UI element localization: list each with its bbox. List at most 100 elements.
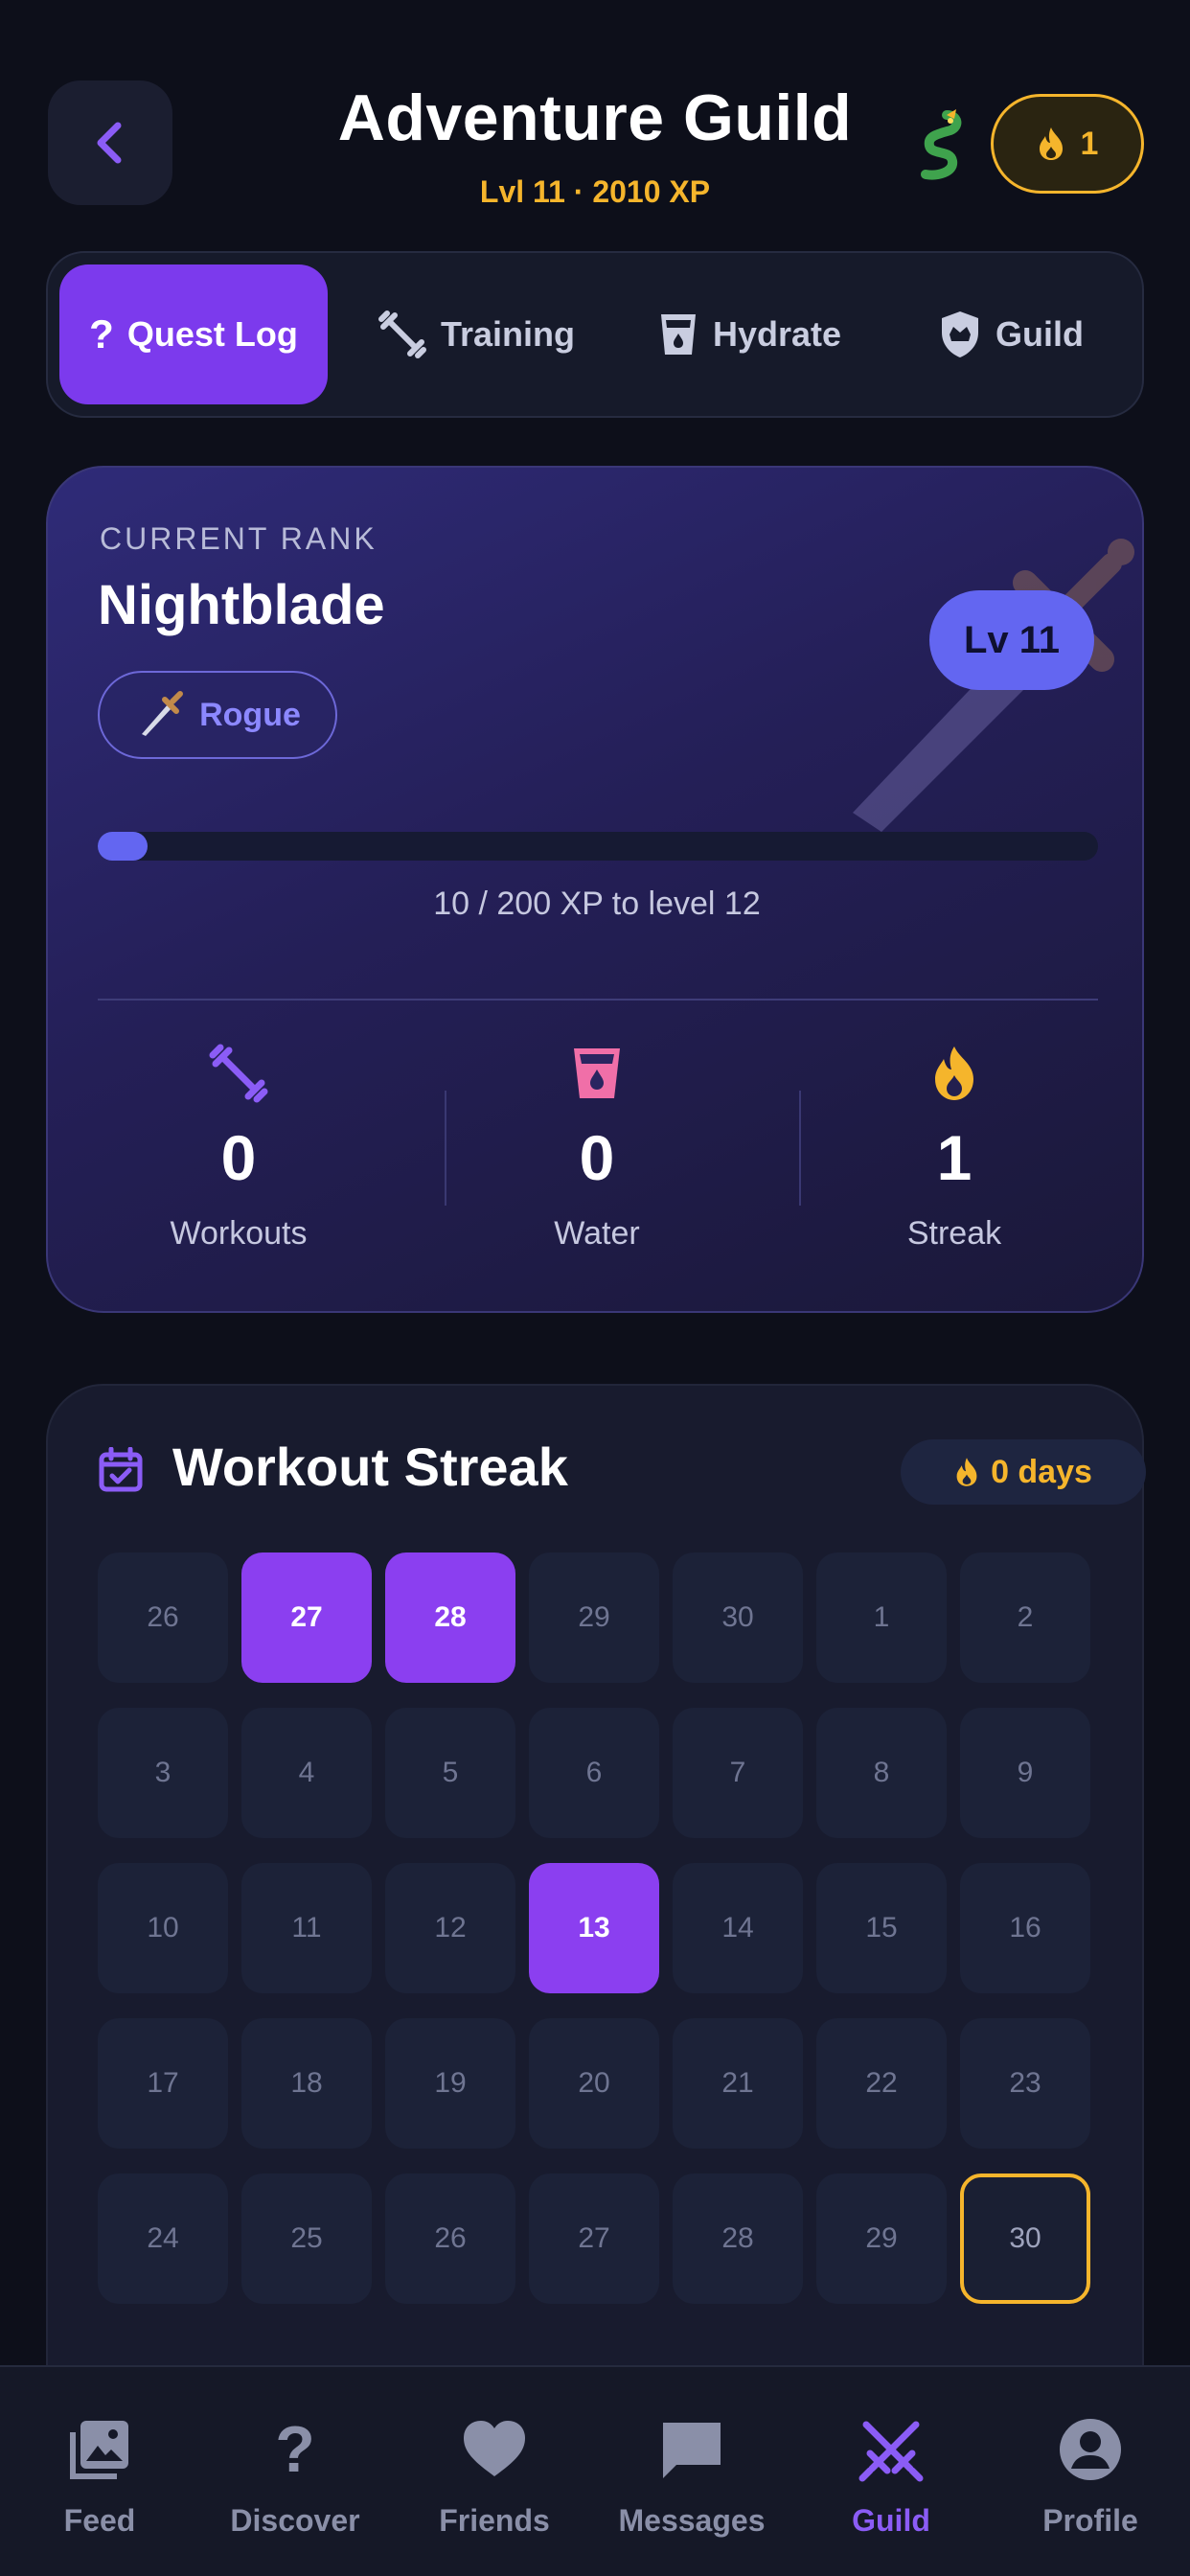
calendar-day[interactable]: 30 (673, 1552, 803, 1683)
nav-friends[interactable]: Friends (399, 2415, 590, 2539)
tab-label: Guild (995, 314, 1084, 354)
calendar-day[interactable]: 29 (816, 2174, 947, 2304)
rank-label: CURRENT RANK (100, 521, 378, 556)
calendar-day[interactable]: 29 (529, 1552, 659, 1683)
stat-value: 0 (579, 1122, 615, 1193)
tab-guild[interactable]: Guild (891, 264, 1131, 404)
photo-icon (70, 2421, 128, 2479)
streak-days-text: 0 days (991, 1453, 1092, 1490)
nav-label: Messages (618, 2503, 766, 2538)
stat-label: Workouts (170, 1215, 308, 1252)
stat-value: 1 (936, 1122, 973, 1193)
calendar-day[interactable]: 17 (98, 2018, 228, 2149)
tab-training[interactable]: Training (347, 264, 606, 404)
streak-counter-pill[interactable]: 1 (991, 94, 1144, 194)
calendar-day[interactable]: 6 (529, 1708, 659, 1838)
calendar-day[interactable]: 5 (385, 1708, 515, 1838)
dumbbell-icon (378, 310, 426, 358)
water-cup-icon (660, 314, 696, 355)
calendar-day[interactable]: 26 (385, 2174, 515, 2304)
calendar-day[interactable]: 13 (529, 1863, 659, 1993)
calendar-day[interactable]: 24 (98, 2174, 228, 2304)
stat-workouts: 0 Workouts (76, 1043, 401, 1253)
calendar-day[interactable]: 15 (816, 1863, 947, 1993)
nav-label: Friends (439, 2503, 550, 2538)
question-icon: ? (89, 311, 114, 356)
xp-progress-bar (98, 832, 1098, 861)
calendar-day[interactable]: 28 (385, 1552, 515, 1683)
calendar-day[interactable]: 28 (673, 2174, 803, 2304)
fire-icon (935, 1046, 973, 1100)
stat-label: Water (554, 1215, 640, 1252)
dumbbell-icon (209, 1044, 268, 1103)
crossed-swords-icon (858, 2421, 924, 2482)
nav-guild[interactable]: Guild (795, 2415, 987, 2539)
nav-label: Profile (1042, 2503, 1138, 2538)
calendar-day[interactable]: 7 (673, 1708, 803, 1838)
class-name: Rogue (199, 696, 301, 733)
level-badge: Lv 11 (929, 590, 1094, 690)
water-cup-icon (574, 1048, 620, 1098)
calendar-day[interactable]: 27 (241, 1552, 372, 1683)
calendar-day[interactable]: 23 (960, 2018, 1090, 2149)
question-icon: ? (275, 2413, 315, 2486)
xp-progress-text: 10 / 200 XP to level 12 (433, 886, 761, 922)
calendar-day[interactable]: 20 (529, 2018, 659, 2149)
calendar-day[interactable]: 4 (241, 1708, 372, 1838)
tab-label: Training (440, 314, 575, 354)
calendar-check-icon (99, 1447, 143, 1492)
calendar-day[interactable]: 9 (960, 1708, 1090, 1838)
calendar-day[interactable]: 25 (241, 2174, 372, 2304)
calendar-day[interactable]: 3 (98, 1708, 228, 1838)
calendar-day[interactable]: 22 (816, 2018, 947, 2149)
streak-count: 1 (1080, 125, 1099, 162)
stat-label: Streak (906, 1215, 1002, 1252)
calendar-day[interactable]: 26 (98, 1552, 228, 1683)
tab-quest-log[interactable]: ? Quest Log (59, 264, 328, 404)
bottom-navigation: Feed ? Discover Friends Messages Guild P… (0, 2365, 1190, 2576)
nav-messages[interactable]: Messages (596, 2415, 788, 2539)
calendar-day[interactable]: 1 (816, 1552, 947, 1683)
calendar-day[interactable]: 12 (385, 1863, 515, 1993)
chat-icon (663, 2423, 721, 2478)
streak-days-badge: 0 days (901, 1439, 1146, 1505)
calendar-day[interactable]: 21 (673, 2018, 803, 2149)
fire-icon (956, 1458, 977, 1486)
calendar-day[interactable]: 30 (960, 2174, 1090, 2304)
calendar-day[interactable]: 27 (529, 2174, 659, 2304)
divider (98, 999, 1098, 1000)
nav-feed[interactable]: Feed (4, 2415, 195, 2539)
tab-bar: ? Quest Log Training Hydrate Guild (46, 251, 1144, 418)
rank-card: CURRENT RANK Nightblade Rogue Lv 11 10 /… (46, 466, 1144, 1313)
calendar-day[interactable]: 18 (241, 2018, 372, 2149)
tab-hydrate[interactable]: Hydrate (625, 264, 874, 404)
nav-discover[interactable]: ? Discover (199, 2415, 391, 2539)
calendar-day[interactable]: 14 (673, 1863, 803, 1993)
rank-name: Nightblade (98, 574, 385, 636)
calendar-day[interactable]: 2 (960, 1552, 1090, 1683)
nav-label: Discover (230, 2503, 360, 2538)
calendar-day[interactable]: 8 (816, 1708, 947, 1838)
stat-value: 0 (220, 1122, 257, 1193)
shield-icon (942, 311, 978, 357)
calendar-day[interactable]: 11 (241, 1863, 372, 1993)
nav-label: Feed (63, 2503, 136, 2538)
nav-profile[interactable]: Profile (995, 2415, 1186, 2539)
stat-water: 0 Water (434, 1043, 760, 1253)
xp-progress-fill (98, 832, 149, 861)
dragon-icon (921, 109, 962, 180)
tab-label: Hydrate (712, 314, 842, 354)
person-icon (1060, 2419, 1121, 2480)
tab-label: Quest Log (126, 314, 298, 354)
nav-label: Guild (852, 2503, 930, 2538)
heart-icon (464, 2421, 525, 2476)
fire-icon (1039, 127, 1063, 160)
class-badge[interactable]: Rogue (98, 671, 337, 759)
calendar-day[interactable]: 19 (385, 2018, 515, 2149)
streak-calendar: 26 27 28 29 30 1 2 3 4 5 6 7 8 9 10 11 12 13 14 15 16 17 18 19 2… (98, 1552, 1090, 2304)
stat-streak: 1 Streak (791, 1043, 1117, 1253)
dagger-icon (142, 691, 184, 736)
streak-card-title: Workout Streak (172, 1437, 568, 1497)
calendar-day[interactable]: 10 (98, 1863, 228, 1993)
calendar-day[interactable]: 16 (960, 1863, 1090, 1993)
